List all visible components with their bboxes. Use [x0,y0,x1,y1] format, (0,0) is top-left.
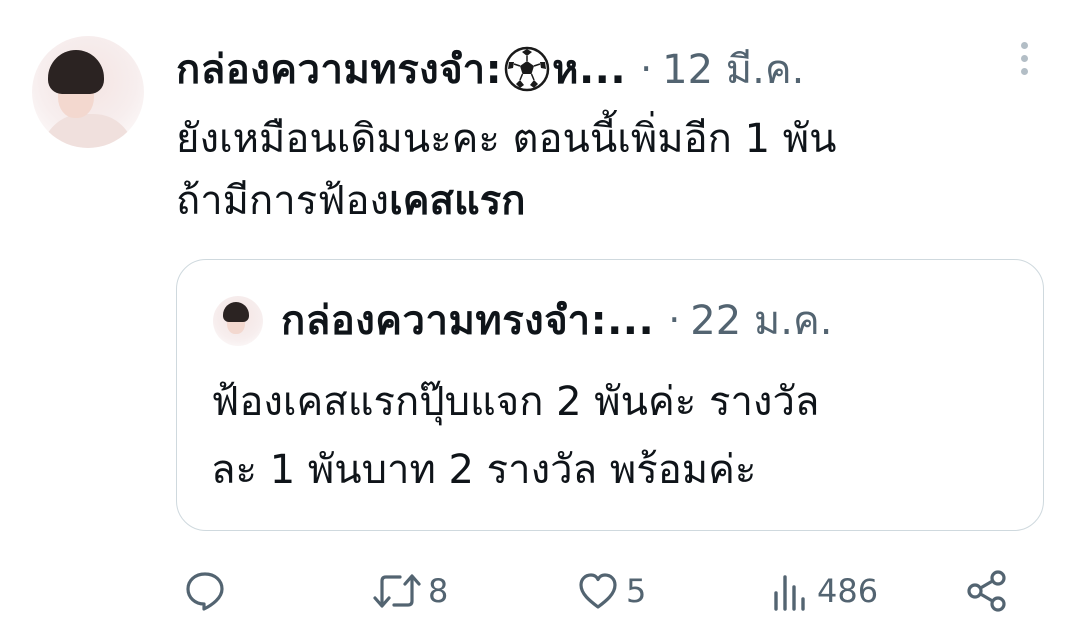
quoted-tweet-text: ฟ้องเคสแรกปุ๊บแจก 2 พันค่ะ รางวัล ละ 1 พ… [211,368,1011,504]
quoted-author-avatar [213,296,263,346]
reply-icon [186,572,224,611]
quoted-text-line2: ละ 1 พันบาท 2 รางวัล พร้อมค่ะ [211,447,757,493]
quoted-author-name: กล่องความทรงจำ:... [281,298,655,344]
quoted-tweet-date: 22 ม.ค. [690,298,833,344]
header-separator: · [640,47,653,91]
tweet-text-highlight: เคสแรก [389,178,526,224]
like-count: 5 [626,572,647,610]
tweet-header: กล่องความทรงจำ: ห... · 12 มี.ค. [176,38,804,100]
like-button[interactable]: 5 [576,566,646,616]
more-options-icon[interactable] [1014,42,1034,82]
views-button[interactable]: 486 [771,566,878,616]
views-count: 486 [817,572,879,610]
views-icon [774,575,805,611]
share-button[interactable] [964,566,1010,616]
share-icon [967,570,1006,612]
heart-icon [579,573,617,609]
retweet-count: 8 [428,572,449,610]
quoted-avatar-hair [223,302,249,322]
author-name[interactable]: กล่องความทรงจำ: [176,37,502,101]
author-name-trail[interactable]: ห... [552,37,626,101]
avatar-shoulders [42,114,134,148]
quoted-header-separator: · [668,298,681,342]
quoted-tweet-header: กล่องความทรงจำ:... · 22 ม.ค. [281,290,832,350]
avatar-hair [48,50,104,94]
reply-button[interactable] [183,566,227,616]
action-bar: 8 5 486 [0,566,1079,616]
tweet-date[interactable]: 12 มี.ค. [662,37,804,101]
soccer-ball-icon [504,46,550,92]
author-avatar[interactable] [32,36,144,148]
tweet-text-line2-prefix: ถ้ามีการฟ้อง [176,178,390,224]
retweet-icon [373,574,421,608]
quoted-text-line1: ฟ้องเคสแรกปุ๊บแจก 2 พันค่ะ รางวัล [211,379,820,425]
tweet-text: ยังเหมือนเดิมนะคะ ตอนนี้เพิ่มอีก 1 พัน ถ… [176,108,1036,232]
tweet-text-line2: ถ้ามีการฟ้องเคสแรก [176,170,1036,232]
tweet[interactable]: กล่องความทรงจำ: ห... · 12 มี.ค. ยังเหมือ… [0,0,1079,634]
retweet-button[interactable]: 8 [372,566,448,616]
tweet-text-line1: ยังเหมือนเดิมนะคะ ตอนนี้เพิ่มอีก 1 พัน [176,116,837,162]
quoted-tweet-card[interactable]: กล่องความทรงจำ:... · 22 ม.ค. ฟ้องเคสแรกป… [176,259,1044,531]
